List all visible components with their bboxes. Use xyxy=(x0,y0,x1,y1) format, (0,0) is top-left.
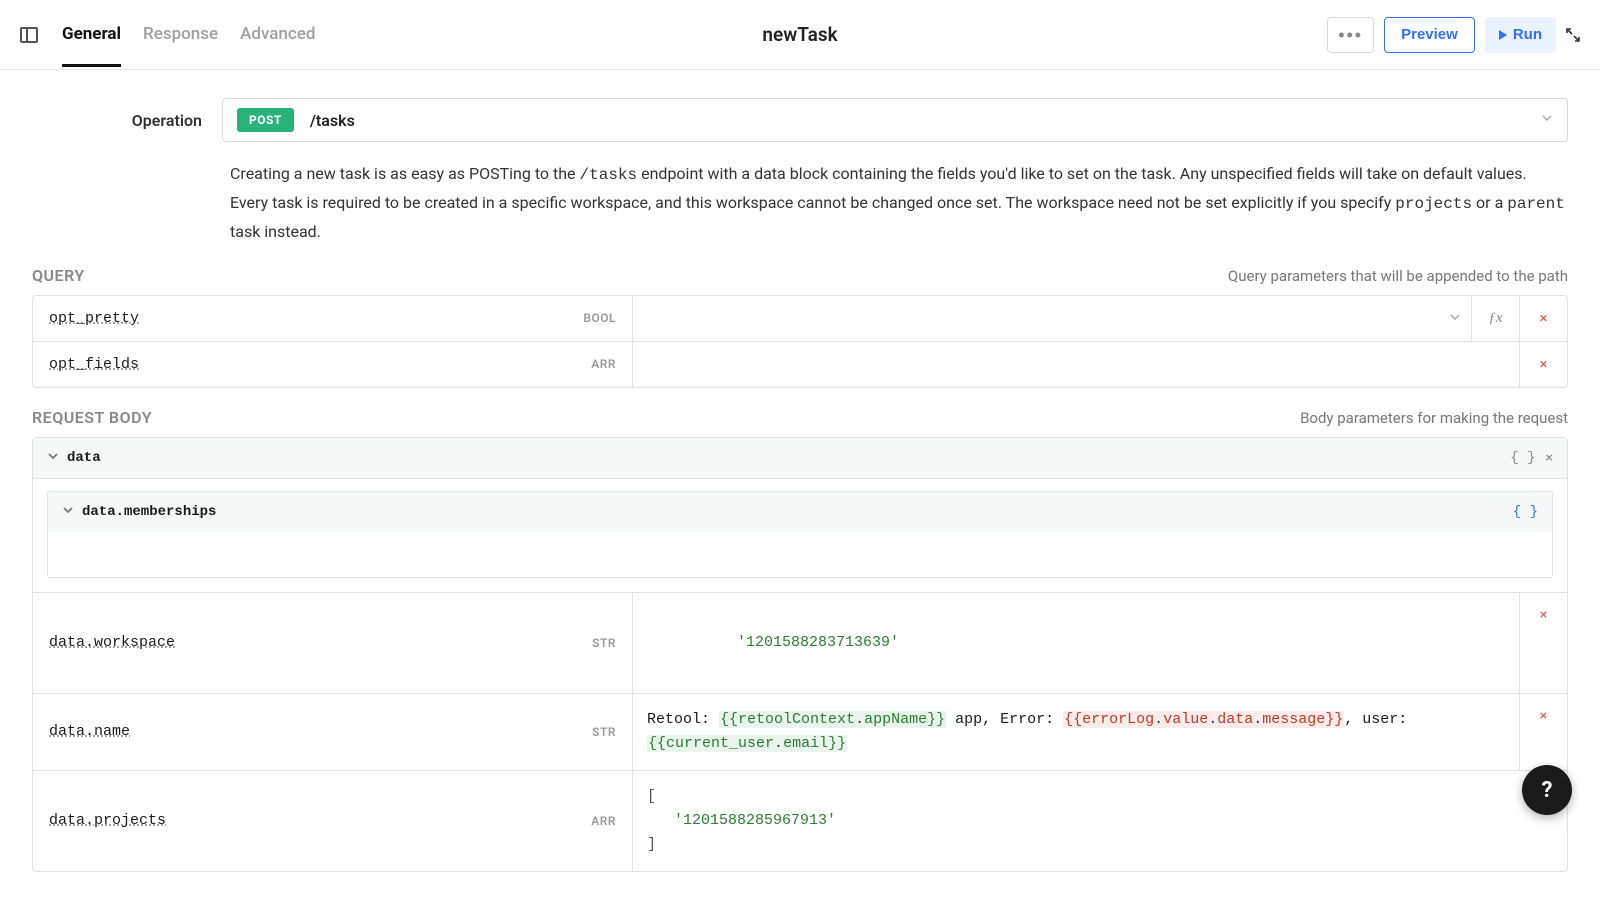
run-button-label: Run xyxy=(1513,26,1542,43)
help-fab[interactable]: ? xyxy=(1522,765,1572,815)
param-type: ARR xyxy=(591,357,616,371)
delete-button[interactable]: × xyxy=(1519,296,1567,341)
param-name: data.name xyxy=(49,723,130,740)
header-actions: ••• Preview Run xyxy=(1327,17,1580,53)
param-type: STR xyxy=(592,725,616,739)
param-type: BOOL xyxy=(583,311,616,325)
expand-icon[interactable] xyxy=(1566,28,1580,42)
chevron-down-icon[interactable] xyxy=(62,504,74,520)
close-icon: × xyxy=(1540,708,1547,724)
body-row-name: data.name STR Retool: {{retoolContext.ap… xyxy=(33,694,1567,771)
close-icon: × xyxy=(1539,355,1547,373)
help-icon: ? xyxy=(1542,778,1553,803)
fx-icon: ƒx xyxy=(1488,310,1502,327)
delete-button[interactable]: × xyxy=(1519,694,1567,770)
tab-response[interactable]: Response xyxy=(143,2,218,67)
body-key-workspace: data.workspace STR xyxy=(33,593,633,693)
query-key-opt-fields: opt_fields ARR xyxy=(33,342,633,387)
panel-toggle-icon[interactable] xyxy=(20,27,38,43)
param-name: opt_fields xyxy=(49,356,139,373)
body-value-projects[interactable]: [ '1201588285967913' ] xyxy=(633,771,1519,871)
header-left: General Response Advanced xyxy=(20,2,315,67)
query-section-head: QUERY Query parameters that will be appe… xyxy=(32,266,1568,285)
operation-description: Creating a new task is as easy as POSTin… xyxy=(230,160,1568,246)
delete-button[interactable]: × xyxy=(1519,342,1567,387)
memberships-group-label: data.memberships xyxy=(82,504,216,520)
braces-icon[interactable]: { } xyxy=(1510,450,1535,466)
delete-button[interactable]: × xyxy=(1519,593,1567,693)
query-value-opt-fields[interactable] xyxy=(633,342,1519,387)
memberships-input[interactable] xyxy=(47,532,1553,578)
content: Operation POST /tasks Creating a new tas… xyxy=(0,70,1600,908)
body-title: REQUEST BODY xyxy=(32,408,152,427)
query-title: QUERY xyxy=(32,266,85,285)
operation-row: Operation POST /tasks xyxy=(32,98,1568,142)
more-menu-button[interactable]: ••• xyxy=(1327,17,1374,53)
operation-select[interactable]: POST /tasks xyxy=(222,98,1568,142)
run-button[interactable]: Run xyxy=(1485,17,1556,53)
query-hint: Query parameters that will be appended t… xyxy=(1228,267,1568,285)
param-type: STR xyxy=(592,636,616,650)
body-value-name[interactable]: Retool: {{retoolContext.appName}} app, E… xyxy=(633,694,1519,770)
data-group-header[interactable]: data { } × xyxy=(33,438,1567,479)
page-title: newTask xyxy=(762,23,837,46)
body-value-workspace[interactable]: '1201588283713639' xyxy=(633,593,1519,693)
param-type: ARR xyxy=(591,814,616,828)
body-hint: Body parameters for making the request xyxy=(1300,409,1568,427)
close-icon[interactable]: × xyxy=(1546,450,1553,466)
preview-button[interactable]: Preview xyxy=(1384,17,1475,53)
body-rows: data.workspace STR '1201588283713639' × … xyxy=(33,592,1567,871)
body-key-projects: data.projects ARR xyxy=(33,771,633,871)
param-name: data.projects xyxy=(49,812,166,829)
query-row-opt-pretty: opt_pretty BOOL ƒx × xyxy=(33,296,1567,342)
tabs: General Response Advanced xyxy=(62,2,315,67)
chevron-down-icon[interactable] xyxy=(47,450,59,466)
body-row-workspace: data.workspace STR '1201588283713639' × xyxy=(33,593,1567,694)
param-name: data.workspace xyxy=(49,634,175,651)
memberships-group-actions: { } xyxy=(1513,504,1538,520)
braces-icon[interactable]: { } xyxy=(1513,504,1538,520)
close-icon: × xyxy=(1540,607,1547,623)
query-table: opt_pretty BOOL ƒx × opt_fields ARR × xyxy=(32,295,1568,388)
body-section-head: REQUEST BODY Body parameters for making … xyxy=(32,408,1568,427)
header: General Response Advanced newTask ••• Pr… xyxy=(0,0,1600,70)
play-icon xyxy=(1499,30,1507,40)
tab-advanced[interactable]: Advanced xyxy=(240,2,315,67)
body-key-name: data.name STR xyxy=(33,694,633,770)
operation-path: /tasks xyxy=(310,111,355,130)
method-badge: POST xyxy=(237,108,294,132)
chevron-down-icon xyxy=(1449,309,1461,327)
body-row-projects: data.projects ARR [ '1201588285967913' ] xyxy=(33,771,1567,871)
param-name: opt_pretty xyxy=(49,310,139,327)
close-icon: × xyxy=(1539,309,1547,327)
query-value-opt-pretty[interactable] xyxy=(633,296,1471,341)
memberships-group-header[interactable]: data.memberships { } xyxy=(47,491,1553,532)
tab-general[interactable]: General xyxy=(62,2,121,67)
data-group-actions: { } × xyxy=(1510,450,1553,466)
chevron-down-icon xyxy=(1541,112,1553,128)
fx-button[interactable]: ƒx xyxy=(1471,296,1519,341)
data-group-label: data xyxy=(67,450,101,466)
body-block: data { } × data.memberships { } dat xyxy=(32,437,1568,872)
operation-label: Operation xyxy=(32,111,202,130)
query-key-opt-pretty: opt_pretty BOOL xyxy=(33,296,633,341)
query-row-opt-fields: opt_fields ARR × xyxy=(33,342,1567,387)
